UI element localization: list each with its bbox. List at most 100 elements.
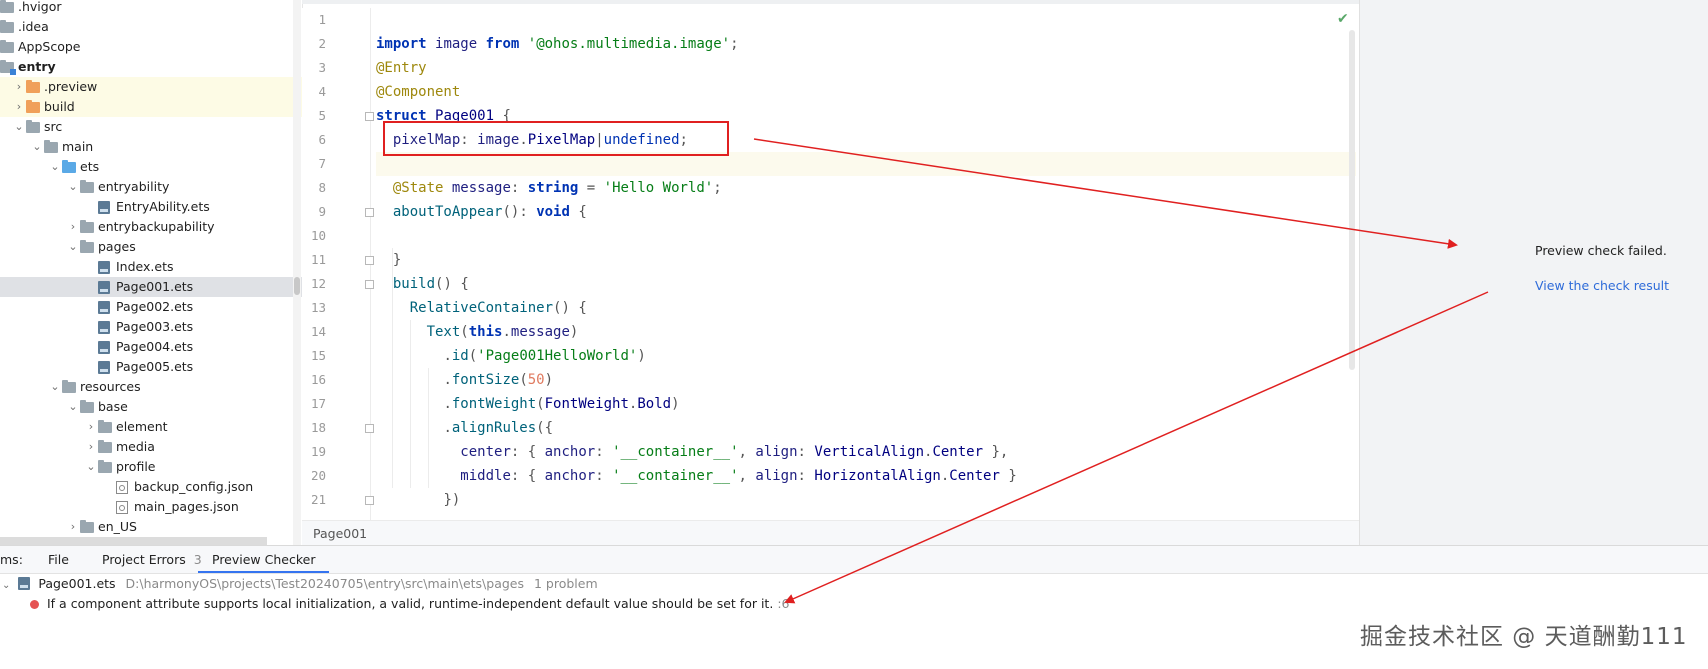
tab-file[interactable]: File (48, 546, 69, 573)
line-number: 10 (310, 228, 326, 243)
line-number: 7 (318, 156, 326, 171)
tree-item[interactable]: .hvigor (0, 0, 302, 17)
project-tree-horizontal-scrollbar[interactable] (0, 537, 267, 545)
code-line[interactable]: }) (376, 488, 1356, 512)
tree-item[interactable]: › en_US (0, 517, 302, 537)
code-line[interactable]: aboutToAppear(): void { (376, 200, 1356, 224)
fold-marker-icon[interactable] (365, 256, 374, 265)
tree-item[interactable]: ⌄ resources (0, 377, 302, 397)
tree-item[interactable]: backup_config.json (0, 477, 302, 497)
line-number: 18 (310, 420, 326, 435)
chevron-down-icon[interactable]: ⌄ (14, 117, 24, 137)
code-line[interactable] (376, 224, 1356, 248)
tree-item[interactable]: Page004.ets (0, 337, 302, 357)
code-line[interactable] (376, 8, 1356, 32)
project-tree: .hvigor .idea AppScope entry › .preview › build… (0, 0, 302, 545)
chevron-down-icon[interactable]: ⌄ (50, 157, 60, 177)
breadcrumb[interactable]: Page001 (302, 520, 1359, 546)
highlight-box (383, 121, 729, 156)
problem-row[interactable]: If a component attribute supports local … (30, 594, 789, 614)
tree-item[interactable]: AppScope (0, 37, 302, 57)
tree-item[interactable]: ⌄ entryability (0, 177, 302, 197)
code-line[interactable]: } (376, 248, 1356, 272)
tree-item-label: media (116, 439, 155, 454)
tree-item[interactable]: Page003.ets (0, 317, 302, 337)
chevron-right-icon[interactable]: › (86, 437, 96, 457)
chevron-down-icon[interactable]: ⌄ (2, 580, 10, 591)
tree-item[interactable]: ⌄ main (0, 137, 302, 157)
tree-item[interactable]: › entrybackupability (0, 217, 302, 237)
tree-item-label: Page001.ets (116, 279, 194, 294)
chevron-down-icon[interactable]: ⌄ (68, 397, 78, 417)
code-line[interactable]: RelativeContainer() { (376, 296, 1356, 320)
code-line[interactable]: .alignRules({ (376, 416, 1356, 440)
tree-item[interactable]: entry (0, 57, 302, 77)
breadcrumb-item[interactable]: Page001 (302, 526, 367, 541)
tree-item-label: build (44, 99, 75, 114)
tree-item[interactable]: › element (0, 417, 302, 437)
line-number: 2 (318, 36, 326, 51)
ets-file-icon (98, 301, 110, 314)
tree-item[interactable]: › build (0, 97, 302, 117)
chevron-right-icon[interactable]: › (68, 517, 78, 537)
fold-marker-icon[interactable] (365, 424, 374, 433)
tab-project-errors[interactable]: Project Errors 3 (102, 546, 202, 573)
code-line[interactable]: middle: { anchor: '__container__', align… (376, 464, 1356, 488)
fold-marker-icon[interactable] (365, 208, 374, 217)
tree-item-label: resources (80, 379, 141, 394)
fold-marker-icon[interactable] (365, 112, 374, 121)
code-line[interactable]: @Entry (376, 56, 1356, 80)
code-line[interactable]: @Component (376, 80, 1356, 104)
tree-item[interactable]: › media (0, 437, 302, 457)
check-icon: ✔ (1337, 11, 1349, 27)
ets-file-icon (98, 261, 110, 274)
tree-item[interactable]: .idea (0, 17, 302, 37)
view-check-result-link[interactable]: View the check result (1535, 278, 1669, 293)
tree-item[interactable]: ⌄ base (0, 397, 302, 417)
chevron-down-icon[interactable]: ⌄ (68, 237, 78, 257)
tab-preview-checker[interactable]: Preview Checker (198, 546, 330, 573)
code-line[interactable]: .fontWeight(FontWeight.Bold) (376, 392, 1356, 416)
chevron-down-icon[interactable]: ⌄ (50, 377, 60, 397)
code-line[interactable]: .fontSize(50) (376, 368, 1356, 392)
problem-file-name: Page001.ets (38, 576, 116, 591)
tree-item[interactable]: main_pages.json (0, 497, 302, 517)
ets-file-icon (98, 321, 110, 334)
chevron-right-icon[interactable]: › (68, 217, 78, 237)
code-line[interactable]: .id('Page001HelloWorld') (376, 344, 1356, 368)
tree-item[interactable]: Page001.ets (0, 277, 302, 297)
code-line[interactable]: Text(this.message) (376, 320, 1356, 344)
tree-item[interactable]: ⌄ pages (0, 237, 302, 257)
tree-item-label: Page003.ets (116, 319, 194, 334)
fold-marker-icon[interactable] (365, 280, 374, 289)
tree-item-label: profile (116, 459, 156, 474)
tree-item-label: .idea (18, 19, 49, 34)
tree-item[interactable]: Page002.ets (0, 297, 302, 317)
code-line[interactable]: center: { anchor: '__container__', align… (376, 440, 1356, 464)
editor-scrollbar[interactable] (1349, 30, 1355, 370)
code-line[interactable]: @State message: string = 'Hello World'; (376, 176, 1356, 200)
chevron-right-icon[interactable]: › (86, 417, 96, 437)
fold-marker-icon[interactable] (365, 496, 374, 505)
project-tree-scrollbar[interactable] (293, 0, 301, 545)
tree-item-label: Page002.ets (116, 299, 194, 314)
tree-item[interactable]: EntryAbility.ets (0, 197, 302, 217)
chevron-right-icon[interactable]: › (14, 97, 24, 117)
chevron-down-icon[interactable]: ⌄ (68, 177, 78, 197)
tree-item[interactable]: ⌄ profile (0, 457, 302, 477)
problem-file-row[interactable]: ⌄ Page001.ets D:\harmonyOS\projects\Test… (0, 574, 598, 594)
line-number: 17 (310, 396, 326, 411)
code-line[interactable]: import image from '@ohos.multimedia.imag… (376, 32, 1356, 56)
code-line[interactable]: build() { (376, 272, 1356, 296)
tree-item[interactable]: ⌄ ets (0, 157, 302, 177)
chevron-right-icon[interactable]: › (14, 77, 24, 97)
tree-item-label: main (62, 139, 94, 154)
line-number: 6 (318, 132, 326, 147)
tree-item[interactable]: Index.ets (0, 257, 302, 277)
tree-item[interactable]: Page005.ets (0, 357, 302, 377)
chevron-down-icon[interactable]: ⌄ (32, 137, 42, 157)
tree-item[interactable]: › .preview (0, 77, 302, 97)
project-tree-scrollbar-thumb[interactable] (294, 277, 300, 295)
tree-item[interactable]: ⌄ src (0, 117, 302, 137)
chevron-down-icon[interactable]: ⌄ (86, 457, 96, 477)
